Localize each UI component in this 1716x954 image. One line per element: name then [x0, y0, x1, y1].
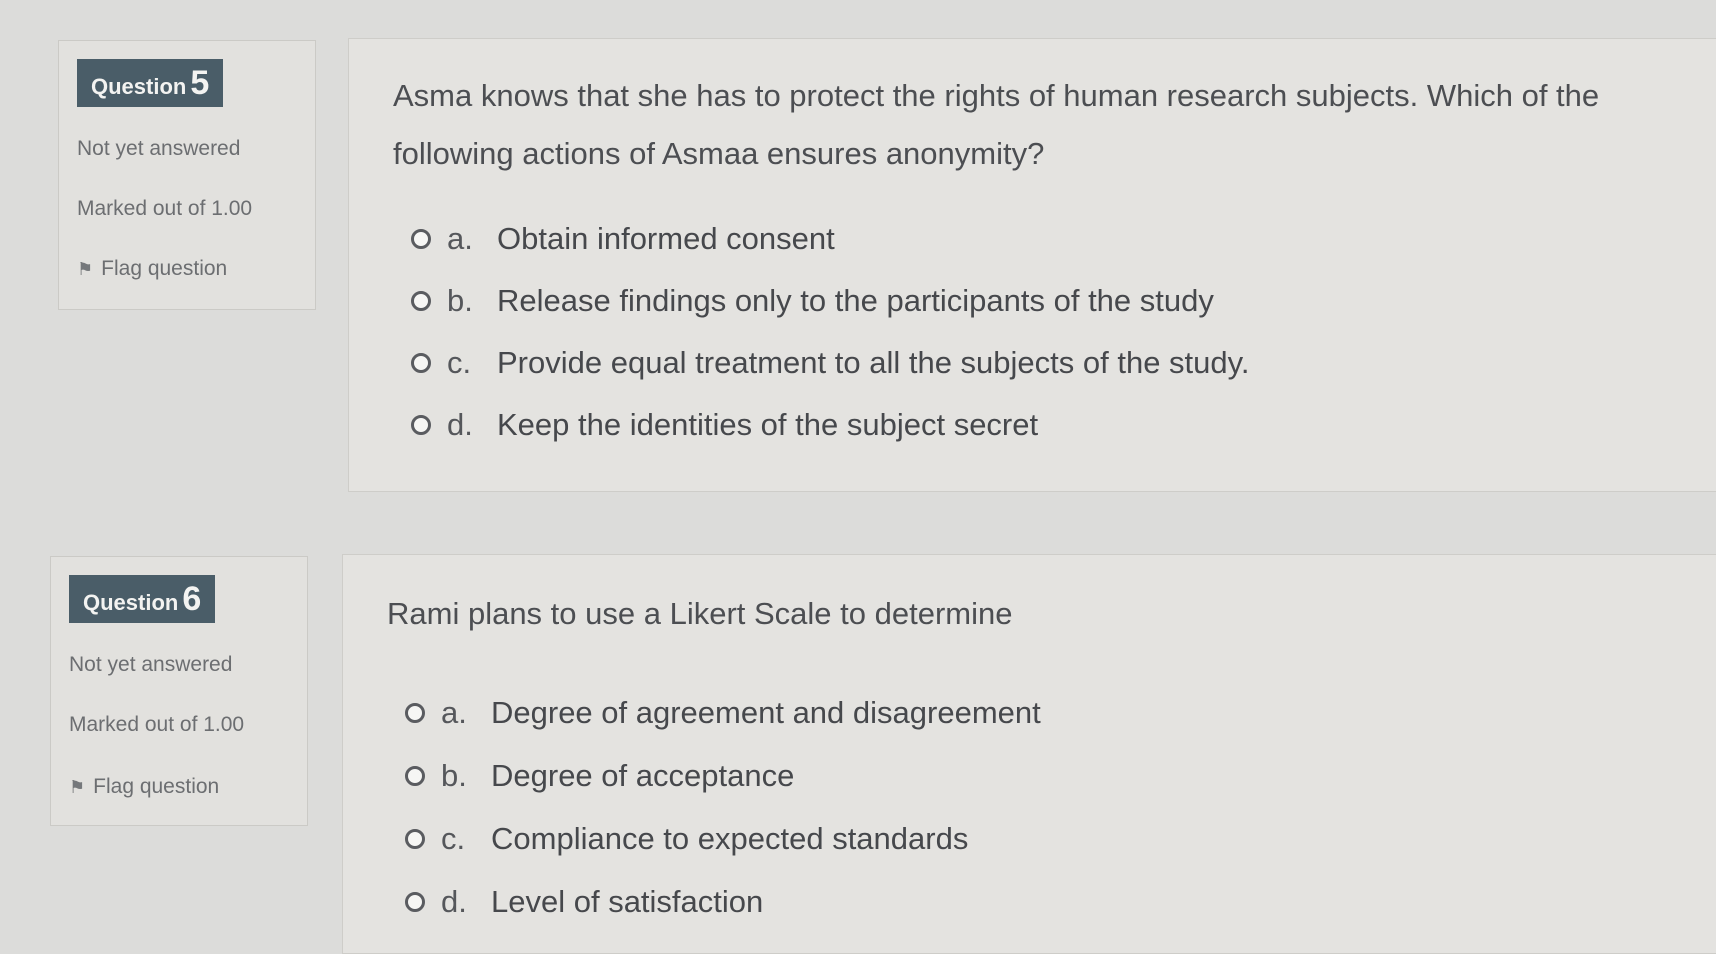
answer-option-a[interactable]: a. Obtain informed consent: [411, 221, 835, 257]
radio-button-icon[interactable]: [405, 766, 425, 786]
flag-icon: ⚑: [69, 777, 86, 797]
option-text: Provide equal treatment to all the subje…: [497, 345, 1250, 380]
question-number: 5: [190, 64, 210, 102]
radio-button-icon[interactable]: [405, 892, 425, 912]
radio-button-icon[interactable]: [405, 829, 425, 849]
option-letter: a.: [447, 221, 473, 256]
question-5-info: Question 5 Not yet answered Marked out of…: [58, 40, 316, 310]
option-text: Degree of acceptance: [491, 758, 795, 793]
radio-button-icon[interactable]: [411, 291, 431, 311]
question-label: Question: [83, 590, 179, 615]
option-letter: c.: [447, 345, 472, 380]
question-6-info: Question 6 Not yet answered Marked out of…: [50, 556, 308, 826]
question-status: Not yet answered: [69, 653, 233, 676]
question-status: Not yet answered: [77, 137, 241, 160]
question-number-badge: Question 5: [77, 59, 224, 107]
option-text: Obtain informed consent: [497, 221, 835, 256]
question-marks: Marked out of 1.00: [77, 197, 253, 220]
question-number: 6: [182, 580, 202, 618]
answer-option-a[interactable]: a. Degree of agreement and disagreement: [405, 695, 1041, 731]
radio-button-icon[interactable]: [411, 229, 431, 249]
flag-question-label: Flag question: [93, 775, 220, 798]
question-text-line: Asma knows that she has to protect the r…: [393, 78, 1600, 113]
question-text-line: Rami plans to use a Likert Scale to dete…: [387, 596, 1013, 631]
answer-option-d[interactable]: d. Keep the identities of the subject se…: [411, 407, 1038, 443]
option-letter: d.: [441, 884, 467, 919]
option-text: Degree of agreement and disagreement: [491, 695, 1041, 730]
question-5-content: Asma knows that she has to protect the r…: [348, 38, 1716, 492]
flag-question-link[interactable]: ⚑ Flag question: [77, 257, 227, 281]
option-text: Release findings only to the participant…: [497, 283, 1214, 318]
question-text: Asma knows that she has to protect the r…: [393, 67, 1599, 183]
answer-option-b[interactable]: b. Degree of acceptance: [405, 758, 794, 794]
flag-icon: ⚑: [77, 259, 94, 279]
question-text-line: following actions of Asmaa ensures anony…: [393, 136, 1045, 171]
flag-question-link[interactable]: ⚑ Flag question: [69, 775, 219, 799]
question-marks: Marked out of 1.00: [69, 713, 245, 736]
option-letter: d.: [447, 407, 473, 442]
option-text: Level of satisfaction: [491, 884, 764, 919]
radio-button-icon[interactable]: [405, 703, 425, 723]
flag-question-label: Flag question: [101, 257, 228, 280]
option-letter: c.: [441, 821, 466, 856]
question-number-badge: Question 6: [69, 575, 216, 623]
answer-option-c[interactable]: c. Compliance to expected standards: [405, 821, 968, 857]
question-text: Rami plans to use a Likert Scale to dete…: [387, 585, 1012, 643]
option-letter: a.: [441, 695, 467, 730]
question-6-content: Rami plans to use a Likert Scale to dete…: [342, 554, 1716, 954]
radio-button-icon[interactable]: [411, 353, 431, 373]
answer-option-c[interactable]: c. Provide equal treatment to all the su…: [411, 345, 1249, 381]
option-letter: b.: [441, 758, 467, 793]
answer-option-d[interactable]: d. Level of satisfaction: [405, 884, 763, 920]
question-label: Question: [91, 74, 187, 99]
radio-button-icon[interactable]: [411, 415, 431, 435]
answer-option-b[interactable]: b. Release findings only to the particip…: [411, 283, 1214, 319]
option-letter: b.: [447, 283, 473, 318]
option-text: Keep the identities of the subject secre…: [497, 407, 1039, 442]
option-text: Compliance to expected standards: [491, 821, 969, 856]
